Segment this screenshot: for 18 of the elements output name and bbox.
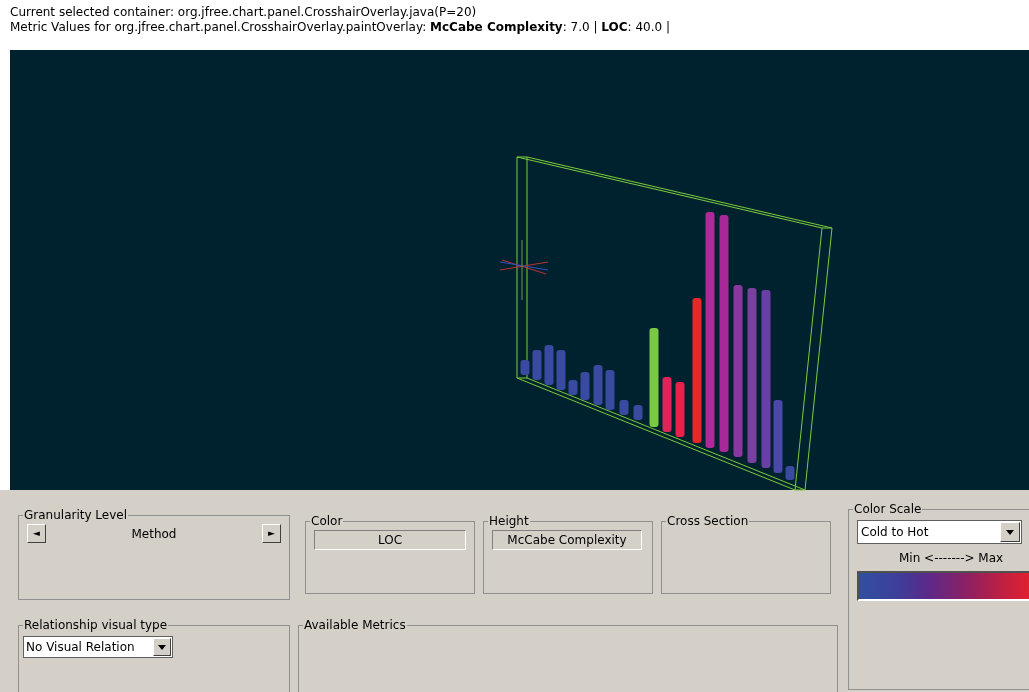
relationship-dropdown[interactable]: No Visual Relation <box>23 636 173 658</box>
scale-legend: Min <-------> Max <box>899 549 1029 567</box>
color-metric-field[interactable]: LOC <box>314 530 466 550</box>
group-title: Color Scale <box>853 501 923 518</box>
3d-view[interactable] <box>10 50 1029 490</box>
group-title: Granularity Level <box>23 507 129 524</box>
group-title: Relationship visual type <box>23 617 169 634</box>
group-title: Color <box>310 513 344 530</box>
group-title: Available Metrics <box>303 617 407 634</box>
previous-button[interactable]: ◄ <box>27 524 46 543</box>
container-info: Current selected container: org.jfree.chart.panel.CrosshairOverlay.java(P=20) <box>10 5 478 20</box>
group-title: Cross Section <box>666 513 750 530</box>
granularity-value: Method <box>131 525 177 543</box>
color-scale-dropdown[interactable]: Cold to Hot <box>857 520 1022 544</box>
group-title: Height <box>488 513 530 530</box>
next-button[interactable]: ► <box>262 524 281 543</box>
metric-values-info: Metric Values for org.jfree.chart.panel.CrosshairOverlay.paintOverlay: McCabe Complexity: 7.0 | LOC: 40.0 | <box>10 20 671 35</box>
height-metric-field[interactable]: McCabe Complexity <box>492 530 642 550</box>
